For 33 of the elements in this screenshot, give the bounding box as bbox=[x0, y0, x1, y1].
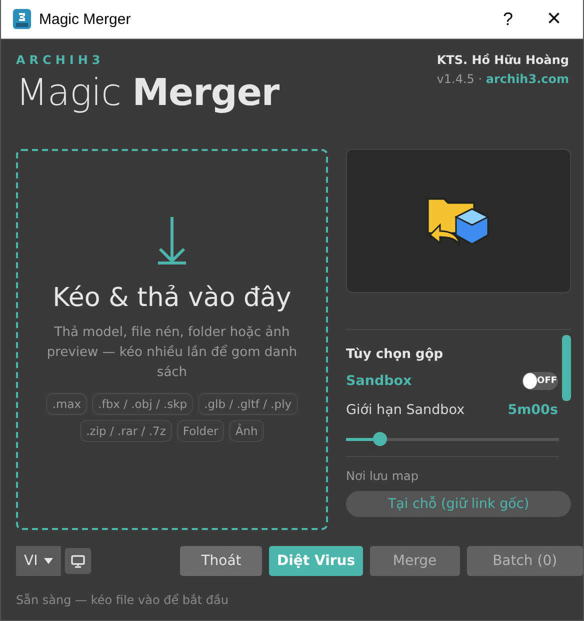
monitor-icon[interactable] bbox=[71, 554, 85, 568]
window-title: Magic Merger bbox=[39, 10, 132, 28]
close-button[interactable]: × bbox=[531, 5, 577, 33]
sandbox-toggle[interactable]: OFF bbox=[522, 372, 558, 390]
file-type-tag: .zip / .rar / .7z bbox=[80, 420, 172, 442]
file-type-tag: .fbx / .obj / .skp bbox=[92, 393, 194, 415]
action-button[interactable]: Thoát bbox=[180, 546, 262, 576]
sandbox-limit-reading: 5m00s bbox=[508, 402, 558, 418]
language-select[interactable]: VI bbox=[16, 546, 61, 576]
sandbox-label: Sandbox bbox=[346, 373, 412, 389]
map-location-button[interactable]: Tại chỗ (giữ link gốc) bbox=[346, 491, 571, 517]
map-location-label: Nơi lưu map bbox=[346, 469, 420, 483]
caret-icon bbox=[44, 558, 53, 564]
download-arrow-icon bbox=[157, 215, 187, 265]
drop-heading: Kéo & thả vào đây bbox=[52, 283, 292, 313]
slider-thumb[interactable] bbox=[373, 432, 388, 446]
app-title: Magic Merger bbox=[16, 71, 280, 114]
file-type-tag: .glb / .gltf / .ply bbox=[198, 393, 298, 415]
file-type-tag: .max bbox=[46, 393, 88, 415]
sandbox-limit-label: Giới hạn Sandbox bbox=[346, 402, 465, 418]
scrollbar-thumb[interactable] bbox=[562, 335, 571, 401]
file-type-tag: Folder bbox=[176, 420, 224, 442]
website-link[interactable]: archih3.com bbox=[486, 72, 569, 86]
help-button[interactable]: ? bbox=[485, 8, 531, 30]
brand-label: ARCHIH3 bbox=[16, 53, 106, 67]
author-name: KTS. Hồ Hữu Hoàng bbox=[436, 53, 569, 67]
status-text: Sẵn sàng — kéo file vào để bắt đầu bbox=[16, 593, 230, 607]
drop-description: Thả model, file nén, folder hoặc ảnh preview — kéo nhiều lần để gom danh sách bbox=[46, 324, 298, 382]
options-heading: Tùy chọn gộp bbox=[346, 347, 444, 362]
version-label: v1.4.5 · bbox=[436, 72, 482, 86]
action-button[interactable]: Diệt Virus bbox=[269, 546, 363, 576]
file-type-tag: Ảnh bbox=[229, 420, 264, 442]
app-icon bbox=[13, 9, 31, 29]
